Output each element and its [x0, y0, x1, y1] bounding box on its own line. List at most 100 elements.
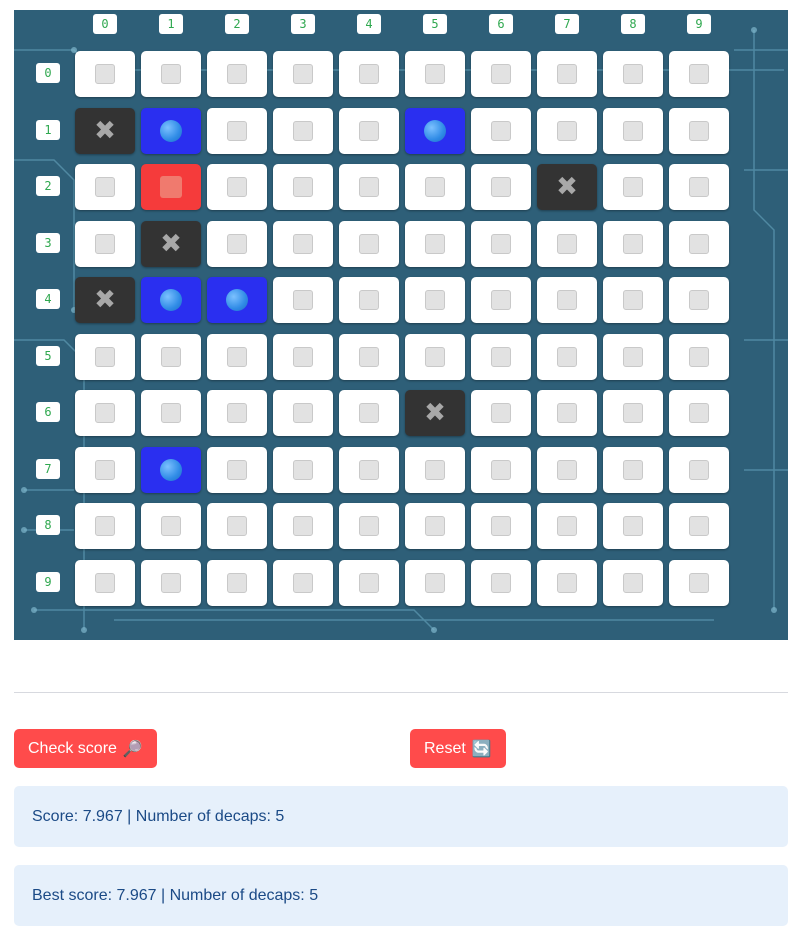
- grid-cell-empty[interactable]: [339, 446, 399, 493]
- grid-cell-empty[interactable]: [273, 333, 333, 380]
- grid-cell-empty[interactable]: [603, 107, 663, 154]
- grid-cell-empty[interactable]: [537, 333, 597, 380]
- grid-cell-empty[interactable]: [537, 503, 597, 549]
- grid-cell-empty[interactable]: [537, 559, 597, 606]
- grid-cell-empty[interactable]: [669, 333, 729, 380]
- grid-cell-empty[interactable]: [207, 107, 267, 154]
- grid-cell-empty[interactable]: [273, 559, 333, 606]
- grid-cell-empty[interactable]: [603, 277, 663, 323]
- grid-cell-empty[interactable]: [75, 503, 135, 549]
- grid-cell-empty[interactable]: [537, 107, 597, 154]
- grid-cell-empty[interactable]: [471, 220, 531, 267]
- grid-cell-empty[interactable]: [405, 503, 465, 549]
- grid-cell-empty[interactable]: [141, 390, 201, 436]
- grid-cell-empty[interactable]: [339, 559, 399, 606]
- grid-cell-decap[interactable]: [405, 107, 465, 154]
- grid-cell-empty[interactable]: [273, 390, 333, 436]
- grid-cell-empty[interactable]: [207, 559, 267, 606]
- grid-cell-decap[interactable]: [141, 107, 201, 154]
- grid-cell-empty[interactable]: [339, 220, 399, 267]
- grid-cell-empty[interactable]: [405, 559, 465, 606]
- grid-cell-empty[interactable]: [603, 559, 663, 606]
- grid-cell-decap[interactable]: [141, 277, 201, 323]
- grid-cell-empty[interactable]: [207, 51, 267, 97]
- grid-cell-empty[interactable]: [405, 220, 465, 267]
- grid-cell-empty[interactable]: [471, 333, 531, 380]
- grid-cell-empty[interactable]: [339, 390, 399, 436]
- grid-cell-empty[interactable]: [669, 220, 729, 267]
- grid-cell-empty[interactable]: [207, 220, 267, 267]
- grid-cell-empty[interactable]: [669, 277, 729, 323]
- grid-cell-empty[interactable]: [537, 277, 597, 323]
- grid-cell-empty[interactable]: [471, 446, 531, 493]
- grid-cell-empty[interactable]: [669, 51, 729, 97]
- grid-cell-empty[interactable]: [669, 390, 729, 436]
- grid-cell-decap[interactable]: [141, 446, 201, 493]
- grid-cell-empty[interactable]: [141, 503, 201, 549]
- grid-cell-empty[interactable]: [603, 51, 663, 97]
- grid-cell-empty[interactable]: [537, 390, 597, 436]
- grid-cell-empty[interactable]: [537, 51, 597, 97]
- grid-cell-empty[interactable]: [273, 503, 333, 549]
- grid-cell-empty[interactable]: [669, 164, 729, 210]
- grid-cell-empty[interactable]: [603, 333, 663, 380]
- grid-cell-target[interactable]: [141, 164, 201, 210]
- grid-cell-empty[interactable]: [471, 164, 531, 210]
- grid-cell-empty[interactable]: [141, 559, 201, 606]
- grid-cell-empty[interactable]: [273, 220, 333, 267]
- grid-cell-blocked[interactable]: ✖: [537, 164, 597, 210]
- grid-cell-empty[interactable]: [405, 446, 465, 493]
- grid-cell-empty[interactable]: [339, 51, 399, 97]
- grid-cell-empty[interactable]: [471, 107, 531, 154]
- grid-cell-empty[interactable]: [141, 333, 201, 380]
- grid-cell-empty[interactable]: [537, 220, 597, 267]
- grid-cell-empty[interactable]: [339, 277, 399, 323]
- grid-cell-empty[interactable]: [603, 164, 663, 210]
- grid-cell-empty[interactable]: [471, 277, 531, 323]
- grid-cell-empty[interactable]: [669, 503, 729, 549]
- grid-cell-empty[interactable]: [207, 503, 267, 549]
- check-score-button[interactable]: Check score 🔎: [14, 729, 157, 768]
- grid-cell-blocked[interactable]: ✖: [141, 220, 201, 267]
- grid-cell-empty[interactable]: [471, 503, 531, 549]
- grid-cell-empty[interactable]: [75, 446, 135, 493]
- grid-cell-empty[interactable]: [339, 503, 399, 549]
- grid-cell-empty[interactable]: [471, 51, 531, 97]
- grid-cell-empty[interactable]: [405, 164, 465, 210]
- grid-cell-empty[interactable]: [75, 51, 135, 97]
- grid-cell-empty[interactable]: [207, 333, 267, 380]
- grid-cell-empty[interactable]: [207, 390, 267, 436]
- grid-cell-empty[interactable]: [339, 333, 399, 380]
- grid-cell-empty[interactable]: [273, 107, 333, 154]
- grid-cell-empty[interactable]: [75, 559, 135, 606]
- grid-cell-empty[interactable]: [669, 559, 729, 606]
- grid-cell-empty[interactable]: [339, 164, 399, 210]
- grid-cell-empty[interactable]: [603, 220, 663, 267]
- grid-cell-empty[interactable]: [405, 51, 465, 97]
- grid-cell-empty[interactable]: [75, 220, 135, 267]
- grid-cell-empty[interactable]: [603, 390, 663, 436]
- grid-cell-empty[interactable]: [273, 51, 333, 97]
- grid-cell-empty[interactable]: [141, 51, 201, 97]
- reset-button[interactable]: Reset 🔄: [410, 729, 506, 768]
- grid-cell-empty[interactable]: [75, 390, 135, 436]
- grid-cell-empty[interactable]: [273, 446, 333, 493]
- grid-cell-empty[interactable]: [75, 333, 135, 380]
- grid-cell-empty[interactable]: [669, 446, 729, 493]
- grid-cell-empty[interactable]: [273, 164, 333, 210]
- grid-cell-empty[interactable]: [75, 164, 135, 210]
- grid-cell-decap[interactable]: [207, 277, 267, 323]
- grid-cell-empty[interactable]: [471, 559, 531, 606]
- grid-cell-blocked[interactable]: ✖: [405, 390, 465, 436]
- grid-cell-blocked[interactable]: ✖: [75, 107, 135, 154]
- grid-cell-empty[interactable]: [537, 446, 597, 493]
- grid-cell-empty[interactable]: [273, 277, 333, 323]
- grid-cell-empty[interactable]: [207, 164, 267, 210]
- grid-cell-empty[interactable]: [405, 333, 465, 380]
- grid-cell-blocked[interactable]: ✖: [75, 277, 135, 323]
- grid-cell-empty[interactable]: [207, 446, 267, 493]
- grid-cell-empty[interactable]: [603, 446, 663, 493]
- grid-cell-empty[interactable]: [603, 503, 663, 549]
- grid-cell-empty[interactable]: [405, 277, 465, 323]
- grid-cell-empty[interactable]: [339, 107, 399, 154]
